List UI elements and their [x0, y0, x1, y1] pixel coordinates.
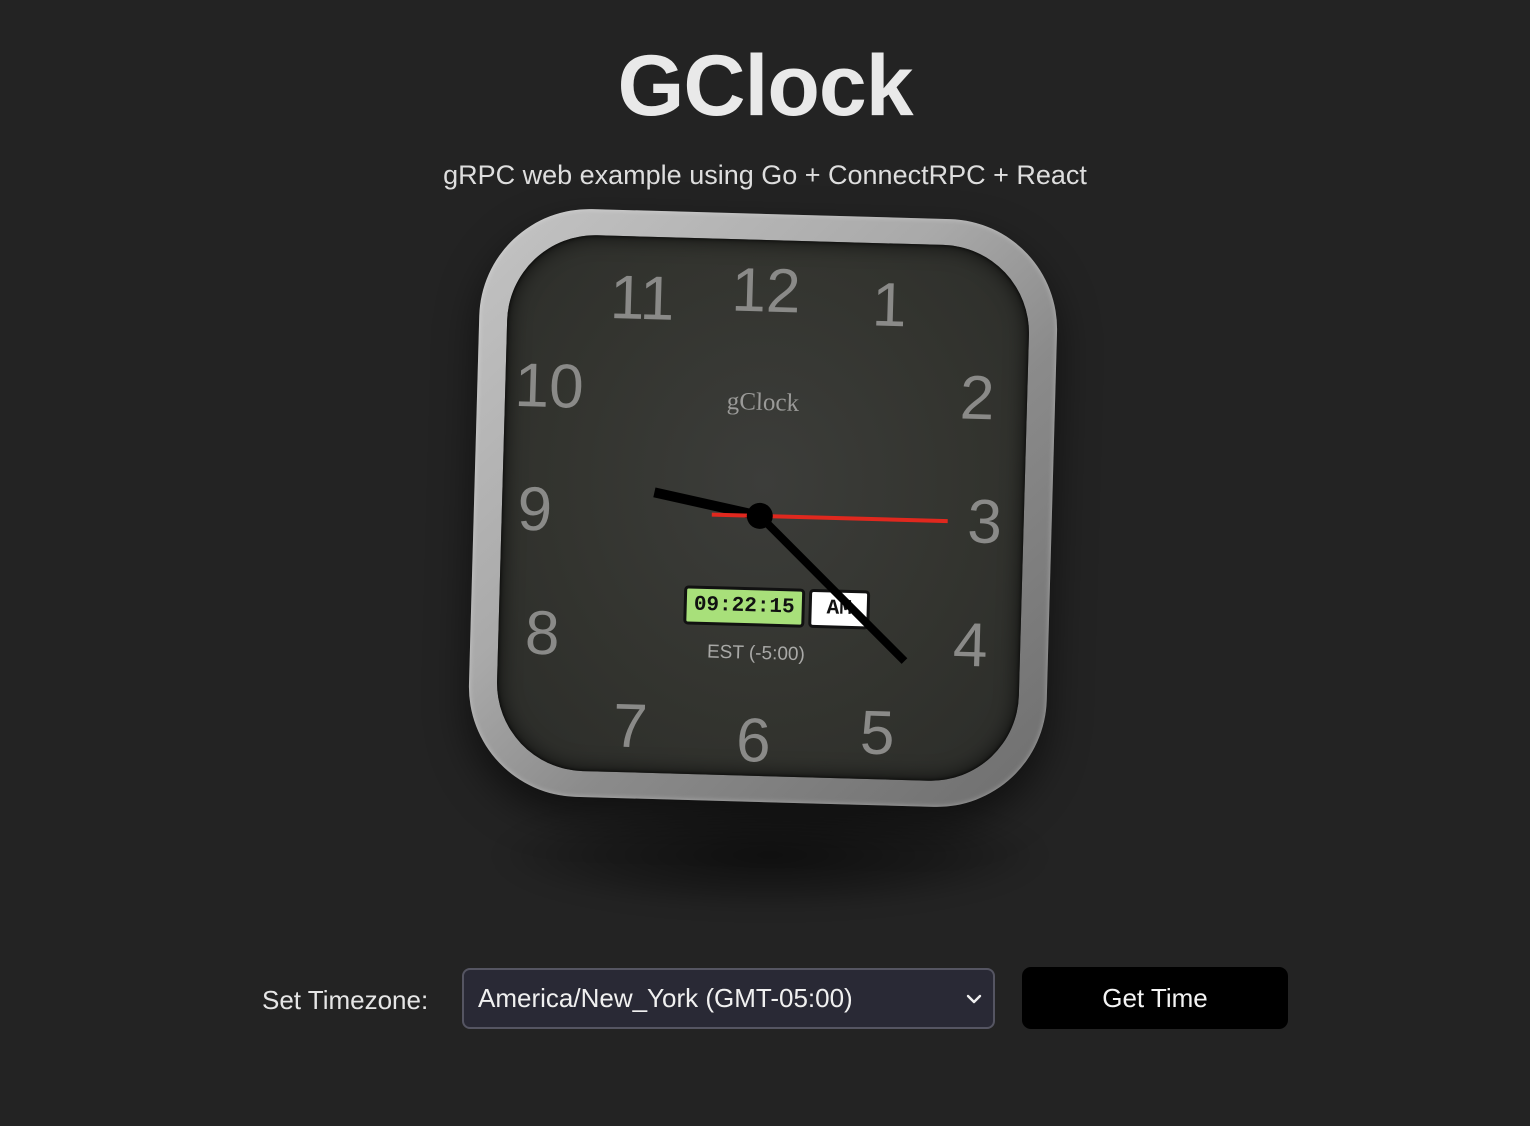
clock-brand: gClock [726, 388, 799, 417]
timezone-label-text: Set Timezone: [262, 985, 429, 1015]
clock-numeral-10: 10 [514, 351, 585, 422]
clock-face-svg: 12 1234567891011 gClock 09:22:15 AM EST (… [514, 256, 1003, 776]
digital-time: 09:22:15 [694, 594, 795, 620]
clock-numeral-1: 1 [871, 270, 907, 340]
clock-numeral-6: 6 [735, 706, 771, 776]
hour-hand [653, 487, 761, 521]
clock-numeral-3: 3 [966, 487, 1002, 557]
clock-numeral-12: 12 [731, 256, 802, 327]
clock-numeral-11: 11 [609, 263, 675, 334]
analog-clock: 12 1 2 3 4 5 6 7 8 9 10 11 gClock 09:22:15 AM EST (… [465, 206, 1061, 810]
clock-numeral-4: 4 [952, 610, 988, 680]
clock-shadow [500, 800, 1040, 910]
page-title: GClock [617, 38, 913, 134]
page-subtitle: gRPC web example using Go + ConnectRPC +… [443, 160, 1087, 190]
chevron-down-icon [966, 994, 982, 1004]
timezone-label: EST (-5:00) [707, 641, 805, 665]
clock-numeral-9: 9 [517, 475, 553, 545]
clock-numeral-8: 8 [524, 599, 560, 669]
get-time-button[interactable]: Get Time [1022, 967, 1288, 1029]
clock-numeral-2: 2 [959, 363, 995, 433]
clock-numeral-5: 5 [859, 698, 895, 768]
timezone-select-value: America/New_York (GMT-05:00) [478, 983, 853, 1013]
clock-face: 12 1 2 3 4 5 6 7 8 9 10 11 gClock 09:22:15 AM EST (… [494, 232, 1032, 784]
clock-numeral-7: 7 [612, 692, 648, 762]
timezone-select[interactable]: America/New_York (GMT-05:00) [462, 968, 995, 1029]
